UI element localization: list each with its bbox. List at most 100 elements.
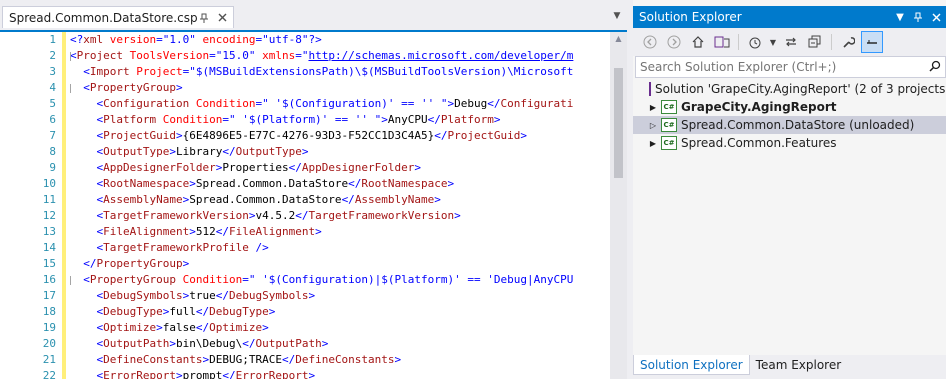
collapse-region-icon[interactable]: − xyxy=(70,52,71,61)
expand-arrow-icon[interactable]: ▶ xyxy=(647,139,659,148)
forward-icon[interactable] xyxy=(663,31,685,53)
line-number: 9 xyxy=(49,161,56,174)
code-line-text: <OutputType>Library</OutputType> xyxy=(96,145,309,158)
tab-solution-explorer[interactable]: Solution Explorer xyxy=(633,355,750,375)
code-line-text: <AppDesignerFolder>Properties</AppDesign… xyxy=(96,161,422,174)
code-line: <DefineConstants>DEBUG;TRACE</DefineCons… xyxy=(70,352,609,368)
code-line: <Import Project="$(MSBuildExtensionsPath… xyxy=(70,64,609,80)
switch-views-icon[interactable] xyxy=(711,31,733,53)
close-pane-icon[interactable] xyxy=(928,9,944,25)
code-line: <DebugSymbols>true</DebugSymbols> xyxy=(70,288,609,304)
auto-hide-pin-icon[interactable] xyxy=(910,9,926,25)
window-position-dropdown-icon[interactable]: ▼ xyxy=(892,9,908,25)
tree-node[interactable]: Solution 'GrapeCity.AgingReport' (2 of 3… xyxy=(633,80,946,98)
csharp-project-icon: C# xyxy=(661,136,677,150)
line-number: 15 xyxy=(42,257,56,270)
search-icon[interactable] xyxy=(925,60,945,75)
line-number-gutter: 1 2 3 4 5 6 7 8 9 10 11 12 13 14 15 16 17 18 19 20 21 22 xyxy=(0,32,58,379)
line-number: 2 xyxy=(49,49,56,62)
line-number: 3 xyxy=(49,65,56,78)
tree-node-label: GrapeCity.AgingReport xyxy=(681,100,837,114)
tree-node[interactable]: ▶ C# Spread.Common.Features xyxy=(633,134,946,152)
solution-explorer-pane: Solution Explorer ▼ ▼ Search Solution Ex… xyxy=(633,0,946,379)
code-line: <OutputType>Library</OutputType> xyxy=(70,144,609,160)
preview-selected-items-icon[interactable] xyxy=(861,31,883,53)
code-line: <Optimize>false</Optimize> xyxy=(70,320,609,336)
sync-with-active-document-icon[interactable] xyxy=(780,31,802,53)
line-number: 21 xyxy=(42,353,56,366)
document-tab-label: Spread.Common.DataStore.csproj* xyxy=(9,10,197,25)
code-line: −<Project ToolsVersion="15.0" xmlns="htt… xyxy=(70,48,609,64)
code-line-text: <ErrorReport>prompt</ErrorReport> xyxy=(96,369,316,379)
code-line-text: <TargetFrameworkVersion>v4.5.2</TargetFr… xyxy=(96,209,461,222)
code-line-text: <Project ToolsVersion="15.0" xmlns="http… xyxy=(70,49,574,62)
solution-explorer-search-input[interactable] xyxy=(640,60,925,74)
code-editor-pane: Spread.Common.DataStore.csproj* ▼ 123456… xyxy=(0,0,627,379)
code-line-text: <?xml version="1.0" encoding="utf-8"?> xyxy=(70,33,322,46)
collapse-region-icon[interactable]: − xyxy=(70,276,71,285)
line-number: 17 xyxy=(42,289,56,302)
code-line: <Platform Condition=" '$(Platform)' == '… xyxy=(70,112,609,128)
solution-explorer-search[interactable] xyxy=(635,56,946,78)
solution-explorer-toolbar: ▼ xyxy=(633,28,946,56)
document-tab-strip: Spread.Common.DataStore.csproj* ▼ xyxy=(0,0,627,30)
toolbar-separator xyxy=(831,34,832,50)
tree-node-label: Spread.Common.DataStore (unloaded) xyxy=(681,118,915,132)
code-line: <TargetFrameworkProfile /> xyxy=(70,240,609,256)
expand-arrow-icon[interactable]: ▶ xyxy=(647,103,659,112)
scrollbar-thumb[interactable] xyxy=(614,68,623,178)
tree-node[interactable]: ▷ C# Spread.Common.DataStore (unloaded) xyxy=(633,116,946,134)
line-number: 18 xyxy=(42,305,56,318)
tree-node[interactable]: ▶ C# GrapeCity.AgingReport xyxy=(633,98,946,116)
code-lines: <?xml version="1.0" encoding="utf-8"?>−<… xyxy=(70,32,609,379)
change-tracking-bar xyxy=(62,32,66,379)
filter-dropdown-icon[interactable]: ▼ xyxy=(768,31,778,53)
csharp-project-icon: C# xyxy=(661,118,677,132)
solution-explorer-title: Solution Explorer xyxy=(639,10,742,24)
code-line: − <PropertyGroup Condition=" '$(Configur… xyxy=(70,272,609,288)
collapse-region-icon[interactable]: − xyxy=(70,84,71,93)
tab-team-explorer[interactable]: Team Explorer xyxy=(750,355,848,375)
code-line: <DebugType>full</DebugType> xyxy=(70,304,609,320)
code-line-text: <DebugSymbols>true</DebugSymbols> xyxy=(96,289,316,302)
code-line-text: <PropertyGroup> xyxy=(83,81,183,94)
code-line-text: <Import Project="$(MSBuildExtensionsPath… xyxy=(83,65,574,78)
tree-node-label: Solution 'GrapeCity.AgingReport' (2 of 3… xyxy=(655,82,946,96)
back-icon[interactable] xyxy=(639,31,661,53)
code-line-text: <Configuration Condition=" '$(Configurat… xyxy=(96,97,574,110)
code-line: <FileAlignment>512</FileAlignment> xyxy=(70,224,609,240)
line-number: 4 xyxy=(49,81,56,94)
line-number: 20 xyxy=(42,337,56,350)
code-line: <OutputPath>bin\Debug\</OutputPath> xyxy=(70,336,609,352)
close-tab-icon[interactable] xyxy=(215,11,229,25)
line-number: 14 xyxy=(42,241,56,254)
code-line-text: <TargetFrameworkProfile /> xyxy=(96,241,269,254)
line-number: 22 xyxy=(42,369,56,379)
ide-window: Spread.Common.DataStore.csproj* ▼ 123456… xyxy=(0,0,946,379)
solution-explorer-title-bar: Solution Explorer ▼ xyxy=(633,6,946,28)
code-line-text: <OutputPath>bin\Debug\</OutputPath> xyxy=(96,337,329,350)
code-text-area[interactable]: 1 2 3 4 5 6 7 8 9 10 11 12 13 14 15 16 17 18 19 20 21 22 <?xm… xyxy=(0,30,627,379)
tree-node-label: Spread.Common.Features xyxy=(681,136,837,150)
line-number: 19 xyxy=(42,321,56,334)
document-tab[interactable]: Spread.Common.DataStore.csproj* xyxy=(2,6,234,28)
home-icon[interactable] xyxy=(687,31,709,53)
scroll-up-icon[interactable]: ▲ xyxy=(614,34,623,43)
line-number: 8 xyxy=(49,145,56,158)
collapse-all-icon[interactable] xyxy=(804,31,826,53)
code-line: − <PropertyGroup> xyxy=(70,80,609,96)
line-number: 16 xyxy=(42,273,56,286)
toolbar-separator xyxy=(738,34,739,50)
line-number: 11 xyxy=(42,193,56,206)
pin-tab-icon[interactable] xyxy=(197,11,211,25)
tab-overflow-dropdown-icon[interactable]: ▼ xyxy=(611,10,623,22)
pending-changes-filter-icon[interactable] xyxy=(744,31,766,53)
csharp-project-icon: C# xyxy=(661,100,677,114)
code-line: <Configuration Condition=" '$(Configurat… xyxy=(70,96,609,112)
properties-wrench-icon[interactable] xyxy=(837,31,859,53)
solution-icon xyxy=(649,82,651,96)
code-line-text: <DebugType>full</DebugType> xyxy=(96,305,276,318)
expand-arrow-icon[interactable]: ▷ xyxy=(647,121,659,130)
code-line: <ProjectGuid>{6E4896E5-E77C-4276-93D3-F5… xyxy=(70,128,609,144)
vertical-scrollbar[interactable]: ▲ xyxy=(610,32,627,379)
